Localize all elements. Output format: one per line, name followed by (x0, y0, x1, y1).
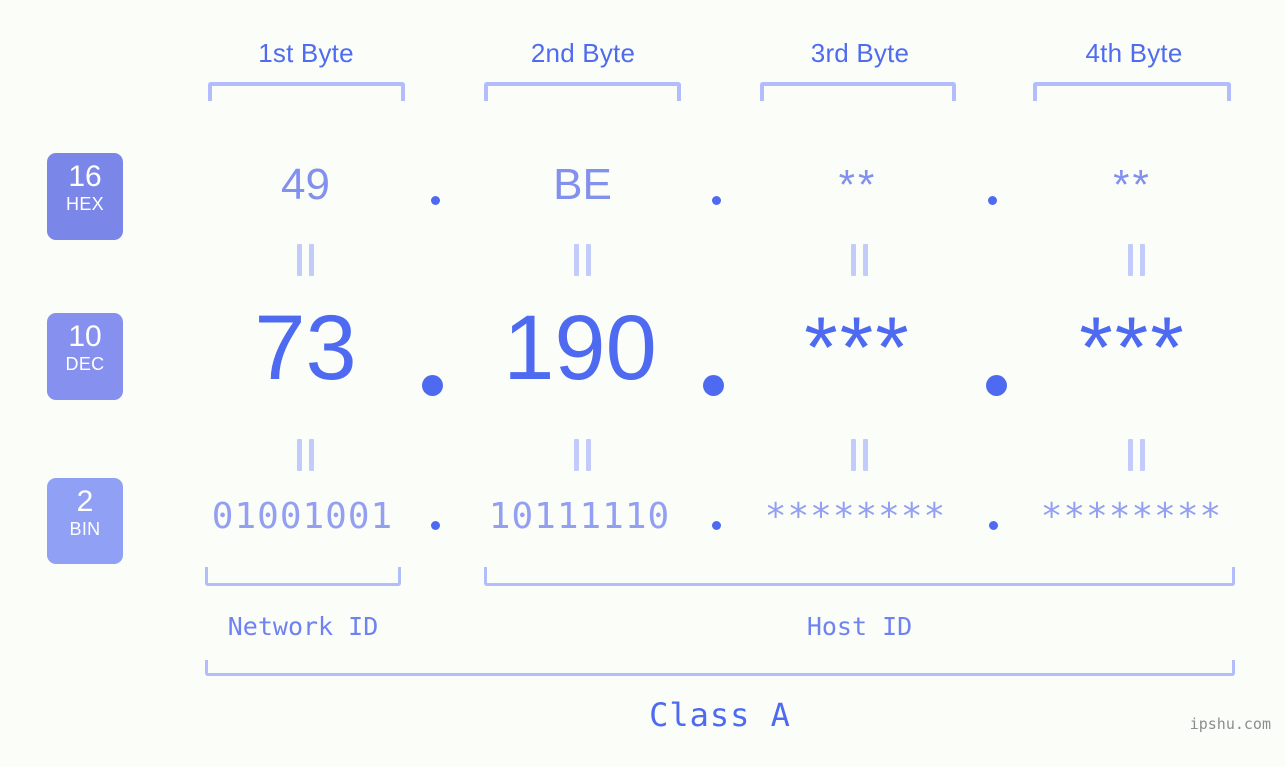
equals-marker-dec-bin-1 (294, 439, 316, 471)
dec-separator-3 (986, 375, 1007, 396)
base-badge-bin: 2 BIN (47, 478, 123, 564)
byte-bracket-top-1 (208, 82, 405, 101)
dec-separator-2 (703, 375, 724, 396)
network-id-label: Network ID (205, 610, 401, 644)
dec-byte-3: *** (755, 296, 960, 401)
bin-byte-1: 01001001 (204, 494, 401, 540)
equals-marker-dec-bin-3 (848, 439, 870, 471)
equals-marker-dec-bin-4 (1125, 439, 1147, 471)
byte-header-4: 4th Byte (1034, 33, 1234, 73)
host-id-label: Host ID (484, 610, 1235, 644)
equals-marker-hex-dec-4 (1125, 244, 1147, 276)
bin-separator-3 (989, 521, 998, 530)
equals-marker-hex-dec-3 (848, 244, 870, 276)
class-bracket (205, 660, 1235, 676)
equals-marker-hex-dec-2 (571, 244, 593, 276)
bin-separator-1 (431, 521, 440, 530)
base-badge-bin-number: 2 (47, 485, 123, 518)
class-label: Class A (205, 694, 1235, 736)
hex-byte-2: BE (484, 155, 681, 215)
byte-bracket-top-3 (760, 82, 956, 101)
base-badge-dec-number: 10 (47, 320, 123, 353)
byte-bracket-top-4 (1033, 82, 1231, 101)
dec-byte-4: *** (1030, 296, 1235, 401)
host-id-bracket (484, 567, 1235, 586)
byte-bracket-top-2 (484, 82, 681, 101)
base-badge-dec-name: DEC (47, 353, 123, 375)
hex-byte-1: 49 (207, 155, 404, 215)
ip-breakdown-diagram: 1st Byte 2nd Byte 3rd Byte 4th Byte 16 H… (0, 0, 1285, 767)
base-badge-hex-number: 16 (47, 160, 123, 193)
bin-separator-2 (712, 521, 721, 530)
hex-separator-2 (712, 196, 721, 205)
base-badge-dec: 10 DEC (47, 313, 123, 400)
site-watermark: ipshu.com (1190, 715, 1271, 733)
dec-separator-1 (422, 375, 443, 396)
hex-byte-4: ** (1034, 155, 1231, 215)
dec-byte-1: 73 (207, 296, 404, 401)
equals-marker-hex-dec-1 (294, 244, 316, 276)
hex-byte-3: ** (760, 155, 956, 215)
byte-header-1: 1st Byte (206, 33, 406, 73)
bin-byte-4: ******** (1033, 494, 1230, 540)
dec-byte-2: 190 (470, 296, 690, 401)
base-badge-hex: 16 HEX (47, 153, 123, 240)
equals-marker-dec-bin-2 (571, 439, 593, 471)
base-badge-bin-name: BIN (47, 518, 123, 540)
network-id-bracket (205, 567, 401, 586)
hex-separator-1 (431, 196, 440, 205)
base-badge-hex-name: HEX (47, 193, 123, 215)
byte-header-2: 2nd Byte (483, 33, 683, 73)
bin-byte-2: 10111110 (481, 494, 678, 540)
byte-header-3: 3rd Byte (760, 33, 960, 73)
bin-byte-3: ******** (757, 494, 954, 540)
hex-separator-3 (988, 196, 997, 205)
